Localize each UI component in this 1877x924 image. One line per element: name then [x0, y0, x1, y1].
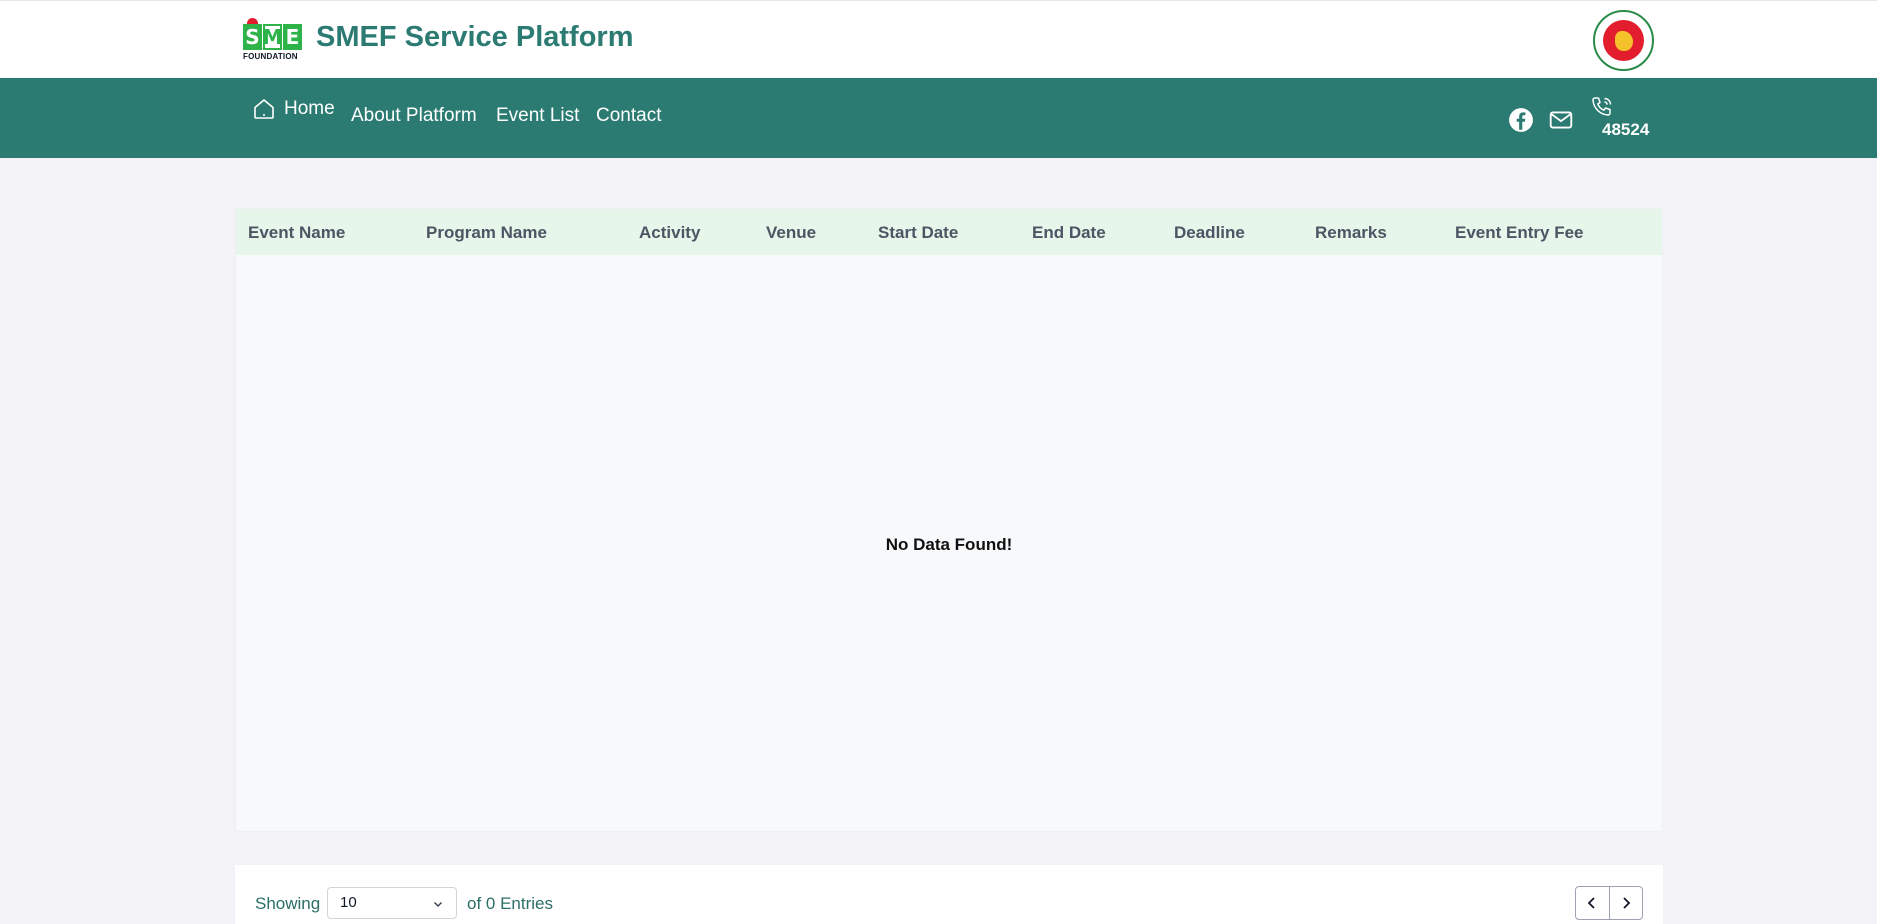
nav-about-platform[interactable]: About Platform [351, 105, 477, 127]
nav-event-list[interactable]: Event List [496, 105, 579, 127]
table-header-row: Event Name Program Name Activity Venue S… [236, 209, 1662, 255]
smef-logo[interactable]: S M E FOUNDATION [243, 18, 305, 62]
column-deadline: Deadline [1174, 223, 1245, 242]
entries-count: of 0 Entries [467, 894, 553, 913]
next-page-button[interactable] [1608, 887, 1643, 919]
column-venue: Venue [766, 223, 817, 242]
chevron-down-icon [434, 902, 442, 907]
phone-icon[interactable] [1590, 95, 1614, 119]
logo-letter-e: E [283, 24, 302, 50]
chevron-right-icon [1623, 897, 1631, 909]
mail-icon[interactable] [1548, 107, 1574, 133]
home-icon [254, 99, 274, 119]
column-end-date: End Date [1032, 223, 1106, 242]
top-header: S M E FOUNDATION SMEF Service Platform [0, 0, 1877, 78]
column-event-entry-fee: Event Entry Fee [1455, 223, 1584, 242]
hotline-number[interactable]: 48524 [1602, 120, 1649, 140]
main-navbar: Home About Platform Event List Contact 4… [0, 78, 1877, 158]
logo-letter-m: M [262, 24, 283, 50]
government-emblem [1593, 10, 1654, 71]
column-program-name: Program Name [426, 223, 547, 242]
nav-contact[interactable]: Contact [596, 105, 661, 127]
empty-state-message: No Data Found! [885, 535, 1013, 554]
event-table: Event Name Program Name Activity Venue S… [235, 208, 1663, 832]
column-start-date: Start Date [878, 223, 959, 242]
nav-home-label: Home [284, 98, 335, 119]
column-event-name: Event Name [248, 223, 346, 242]
facebook-icon[interactable] [1508, 107, 1534, 133]
logo-subtext: FOUNDATION [243, 52, 298, 61]
column-activity: Activity [639, 223, 701, 242]
emblem-map-icon [1614, 30, 1633, 51]
showing-label: Showing [255, 894, 321, 913]
pager [1575, 886, 1643, 920]
nav-home[interactable]: Home [252, 97, 335, 121]
pagination-bar: Showing 10 of 0 Entries [235, 865, 1663, 924]
emblem-inner [1603, 20, 1644, 61]
prev-page-button[interactable] [1576, 887, 1609, 919]
logo-letters: S M E [243, 24, 302, 50]
column-remarks: Remarks [1315, 223, 1387, 242]
page-size-select[interactable]: 10 [327, 887, 457, 919]
chevron-left-icon [1587, 897, 1595, 909]
logo-letter-s: S [243, 24, 262, 50]
site-title: SMEF Service Platform [316, 21, 634, 53]
page-size-value: 10 [340, 894, 357, 911]
